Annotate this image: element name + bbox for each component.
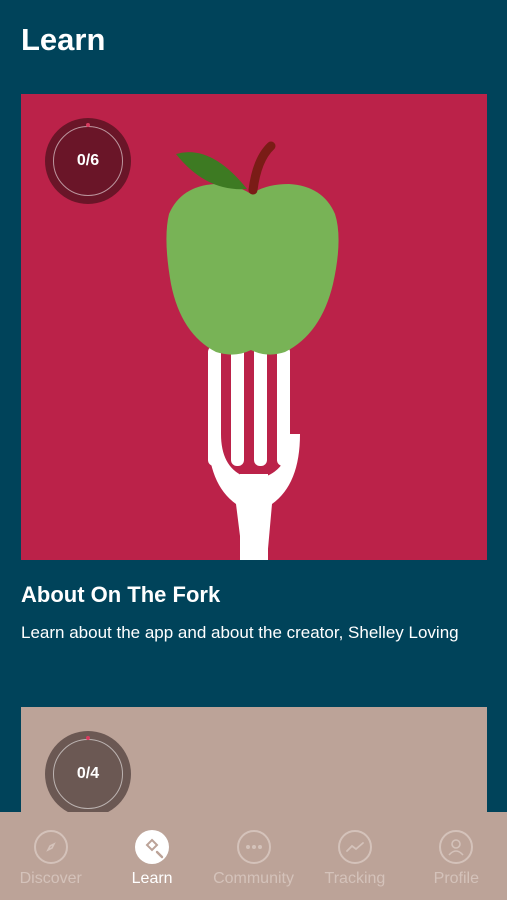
nav-label: Community — [213, 870, 294, 887]
nav-label: Learn — [131, 870, 173, 887]
progress-indicator: 0/6 — [45, 118, 131, 204]
person-icon — [439, 830, 474, 864]
nav-item-learn[interactable]: Learn — [101, 812, 202, 900]
page-title: Learn — [21, 22, 106, 57]
nav-label: Profile — [433, 870, 479, 887]
nav-item-tracking[interactable]: Tracking — [304, 812, 405, 900]
progress-label: 0/4 — [76, 765, 100, 782]
nav-label: Tracking — [324, 870, 386, 887]
nav-item-discover[interactable]: Discover — [0, 812, 101, 900]
nav-label: Discover — [19, 870, 82, 887]
apple-body — [166, 184, 339, 355]
progress-label: 0/6 — [76, 152, 100, 169]
progress-indicator: 0/4 — [45, 731, 131, 817]
nav-item-profile[interactable]: Profile — [406, 812, 507, 900]
card-title[interactable]: About On The Fork — [21, 582, 220, 608]
compass-icon — [33, 830, 68, 864]
course-card-image-about[interactable]: 0/6 — [21, 94, 487, 560]
chart-icon — [337, 830, 372, 864]
chat-bubble-icon — [236, 830, 271, 864]
bottom-nav: Discover Learn Community Tracking Profil… — [0, 812, 507, 900]
nav-item-community[interactable]: Community — [203, 812, 304, 900]
card-description: Learn about the app and about the creato… — [21, 623, 459, 642]
learn-search-icon — [135, 830, 170, 864]
